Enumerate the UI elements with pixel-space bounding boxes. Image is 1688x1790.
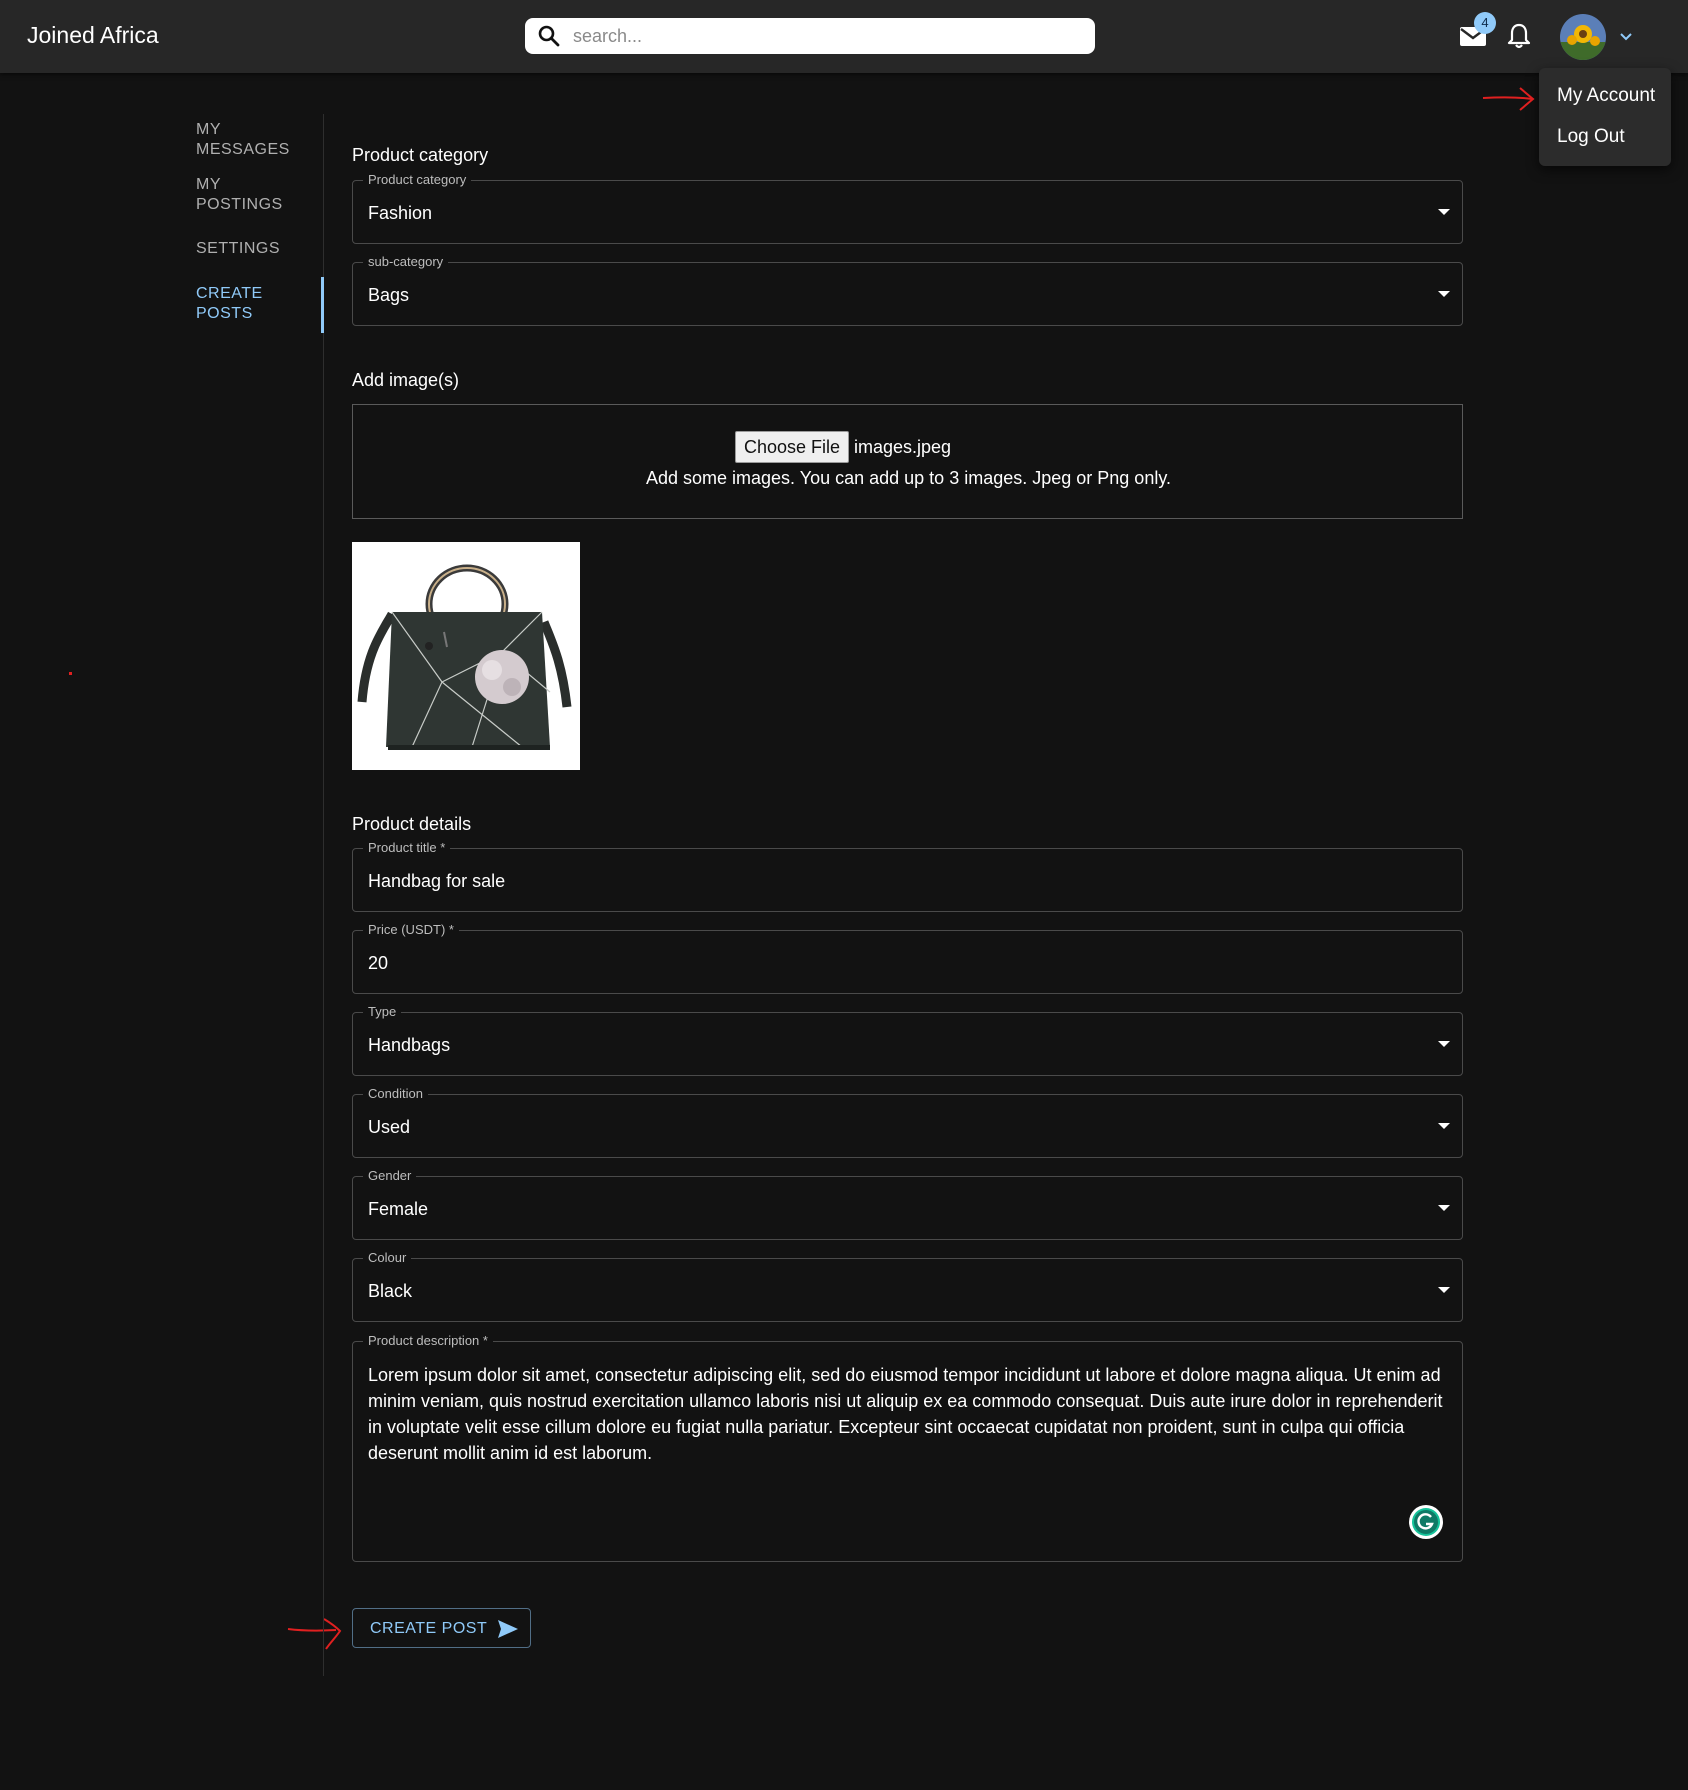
create-post-label: CREATE POST [370, 1620, 488, 1637]
chevron-down-icon[interactable] [1618, 28, 1634, 44]
price-value: 20 [368, 953, 389, 973]
sidebar-item-my-messages[interactable]: MY MESSAGES [196, 120, 306, 160]
caret-down-icon [1438, 1123, 1450, 1129]
selected-file-name: images.jpeg [854, 437, 952, 457]
caret-down-icon [1438, 1205, 1450, 1211]
search-bar[interactable] [525, 18, 1095, 54]
app-bar: Joined Africa 4 [0, 0, 1688, 73]
condition-value: Used [368, 1117, 411, 1137]
sidebar-item-settings[interactable]: SETTINGS [196, 239, 306, 259]
avatar[interactable] [1560, 14, 1606, 60]
sub-category-value: Bags [368, 285, 410, 305]
product-title-value: Handbag for sale [368, 871, 506, 891]
sidebar-divider [323, 114, 324, 1676]
condition-label: Condition [363, 1086, 428, 1101]
product-category-label: Product category [363, 172, 472, 187]
choose-file-button[interactable]: Choose File [735, 431, 849, 463]
search-icon [538, 25, 560, 47]
gender-value: Female [368, 1199, 429, 1219]
app-title[interactable]: Joined Africa [27, 22, 159, 49]
send-icon [498, 1620, 518, 1638]
account-menu: My Account Log Out [1539, 68, 1671, 166]
gender-label: Gender [363, 1168, 417, 1183]
caret-down-icon [1438, 1041, 1450, 1047]
annotation-dot [69, 672, 72, 675]
annotation-arrow-icon [1482, 87, 1535, 111]
bell-icon[interactable] [1506, 22, 1532, 50]
type-value: Handbags [368, 1035, 451, 1055]
sidebar-active-indicator [321, 277, 324, 333]
colour-value: Black [368, 1281, 413, 1301]
type-select[interactable]: Type Handbags [352, 1004, 1463, 1076]
image-upload-area[interactable]: Choose File images.jpeg Add some images.… [352, 404, 1463, 519]
sub-category-select[interactable]: sub-category Bags [352, 254, 1463, 326]
product-category-value: Fashion [368, 203, 433, 223]
sidebar-item-my-postings[interactable]: MY POSTINGS [196, 175, 306, 215]
caret-down-icon [1438, 209, 1450, 215]
sidebar-item-create-posts[interactable]: CREATE POSTS [196, 284, 306, 324]
product-description-value: Lorem ipsum dolor sit amet, consectetur … [368, 1365, 1443, 1463]
price-input[interactable]: Price (USDT) * 20 [352, 922, 1463, 994]
product-description-textarea[interactable]: Product description * Lorem ipsum dolor … [352, 1333, 1463, 1562]
product-description-label: Product description * [363, 1333, 493, 1348]
price-label: Price (USDT) * [363, 922, 459, 937]
menu-item-my-account[interactable]: My Account [1557, 85, 1655, 107]
gender-select[interactable]: Gender Female [352, 1168, 1463, 1240]
category-section-title: Product category [352, 145, 489, 165]
condition-select[interactable]: Condition Used [352, 1086, 1463, 1158]
images-section-title: Add image(s) [352, 370, 460, 390]
colour-select[interactable]: Colour Black [352, 1250, 1463, 1322]
product-title-label: Product title * [363, 840, 451, 855]
grammarly-icon[interactable] [1409, 1505, 1443, 1539]
product-image-thumbnail[interactable] [352, 542, 580, 770]
caret-down-icon [1438, 1287, 1450, 1293]
create-post-button[interactable]: CREATE POST [352, 1608, 531, 1648]
annotation-arrow-icon [287, 1618, 342, 1650]
type-label: Type [363, 1004, 402, 1019]
caret-down-icon [1438, 291, 1450, 297]
mail-badge: 4 [1474, 12, 1496, 34]
sub-category-label: sub-category [363, 254, 449, 269]
search-input[interactable] [573, 18, 1083, 54]
details-section-title: Product details [352, 814, 472, 834]
product-title-input[interactable]: Product title * Handbag for sale [352, 840, 1463, 912]
product-category-select[interactable]: Product category Fashion [352, 172, 1463, 244]
colour-label: Colour [363, 1250, 412, 1265]
menu-item-log-out[interactable]: Log Out [1557, 126, 1625, 148]
upload-hint: Add some images. You can add up to 3 ima… [645, 468, 1171, 488]
